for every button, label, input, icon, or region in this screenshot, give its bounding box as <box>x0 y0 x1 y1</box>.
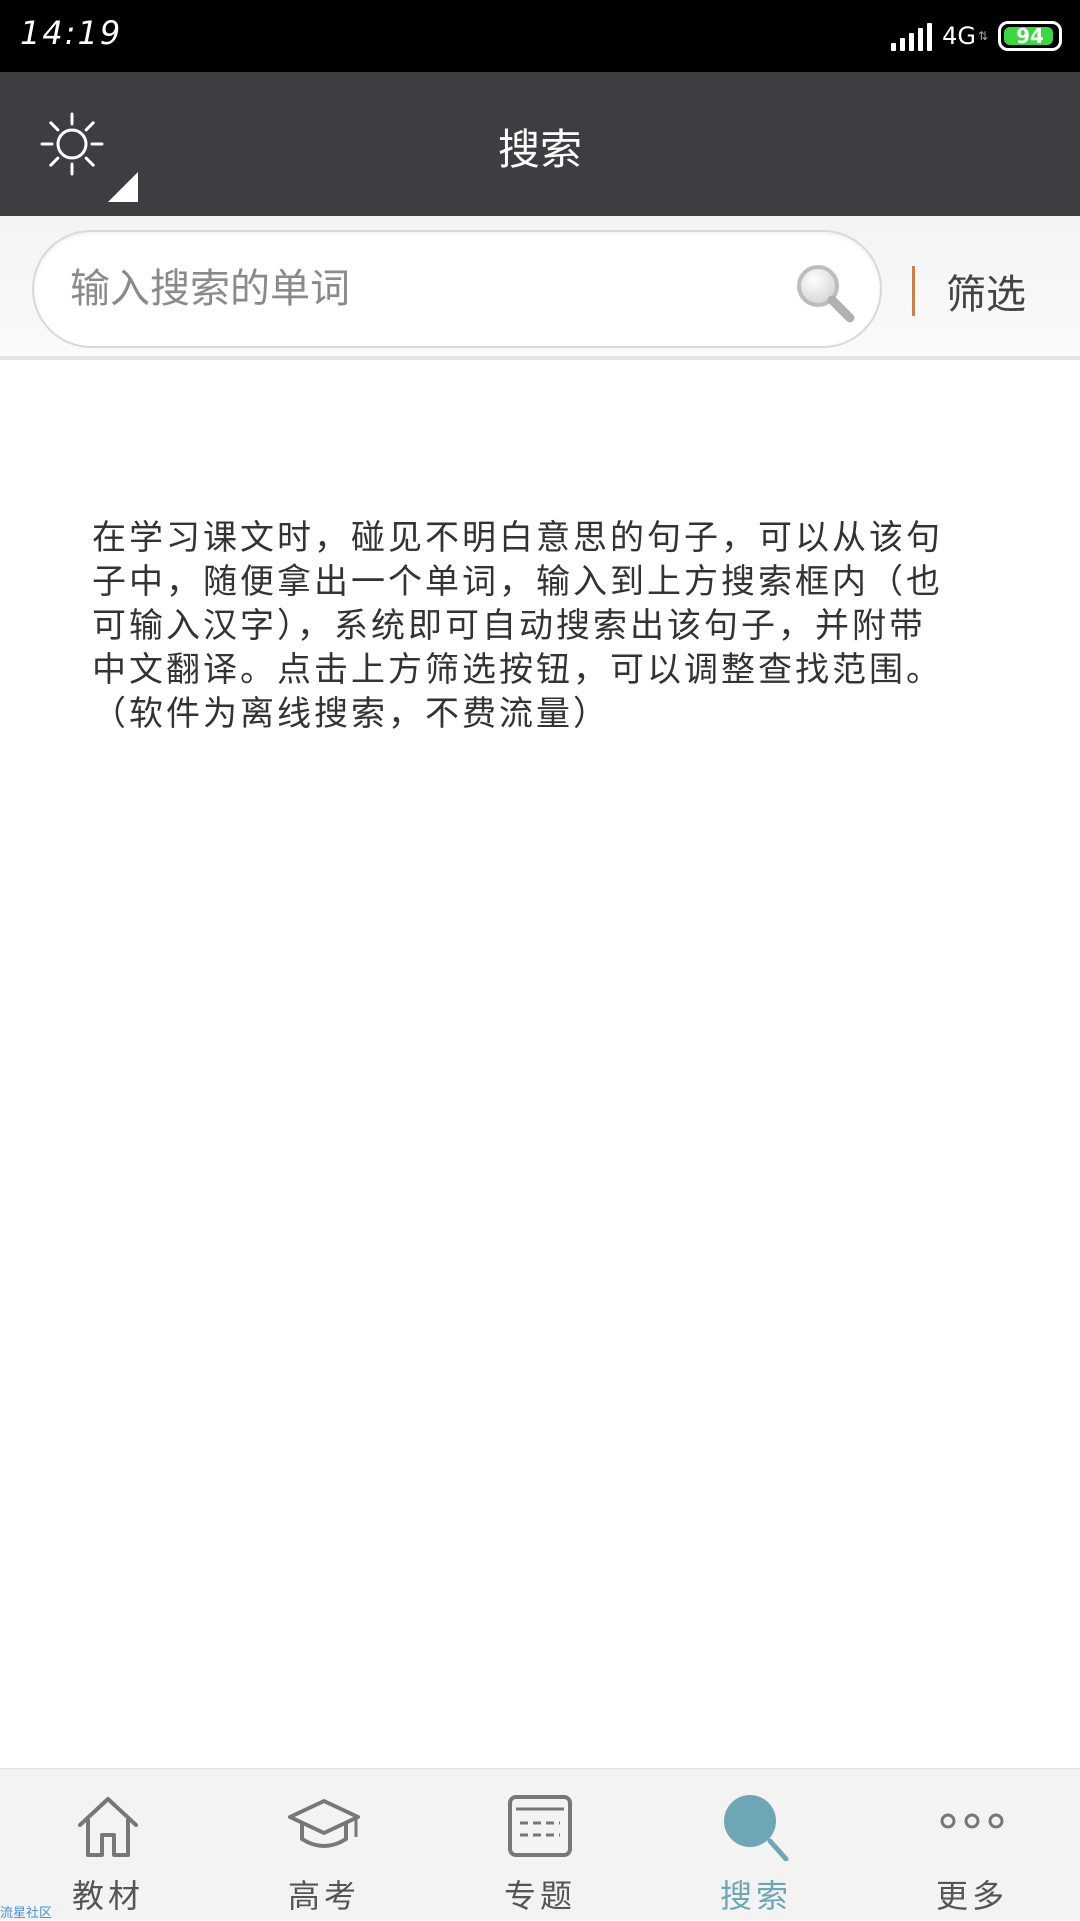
tab-topics[interactable]: 专题 <box>432 1769 648 1921</box>
signal-icon <box>891 21 933 51</box>
tab-more[interactable]: 更多 <box>864 1769 1080 1921</box>
battery-icon: 94 <box>998 21 1062 51</box>
app-header: 搜索 <box>0 72 1080 216</box>
search-bar: 筛选 <box>0 216 1080 360</box>
tab-label: 高考 <box>287 1877 360 1915</box>
search-help-text: 在学习课文时，碰见不明白意思的句子，可以从该句子中，随便拿出一个单词，输入到上方… <box>92 518 943 734</box>
network-type: 4G <box>942 22 976 50</box>
card-icon <box>508 1795 572 1857</box>
bottom-tab-bar: 教材 高考 专题 搜索 更多 <box>0 1768 1080 1920</box>
search-input[interactable] <box>70 256 770 322</box>
search-field[interactable] <box>32 230 882 348</box>
filter-divider <box>912 266 915 316</box>
home-icon <box>78 1797 138 1857</box>
search-icon[interactable] <box>792 260 858 326</box>
search-icon <box>724 1795 789 1861</box>
status-bar: 14:19 4G ⇅ 94 <box>0 0 1080 72</box>
graduation-cap-icon <box>288 1799 360 1848</box>
filter-button[interactable]: 筛选 <box>946 262 1026 320</box>
tab-label: 搜索 <box>719 1877 792 1915</box>
status-indicators: 4G ⇅ 94 <box>891 16 1062 56</box>
more-icon <box>940 1813 1004 1829</box>
tab-label: 专题 <box>503 1877 576 1915</box>
tab-textbook[interactable]: 教材 <box>0 1769 216 1921</box>
status-time: 14:19 <box>20 14 123 52</box>
tab-gaokao[interactable]: 高考 <box>216 1769 432 1921</box>
tab-label: 教材 <box>71 1877 144 1915</box>
battery-level: 94 <box>1016 24 1044 48</box>
tab-search[interactable]: 搜索 <box>648 1769 864 1921</box>
data-arrows-icon: ⇅ <box>977 29 988 43</box>
page-title: 搜索 <box>497 125 582 174</box>
tab-label: 更多 <box>935 1877 1008 1915</box>
watermark: 流星社区 <box>0 1906 53 1921</box>
